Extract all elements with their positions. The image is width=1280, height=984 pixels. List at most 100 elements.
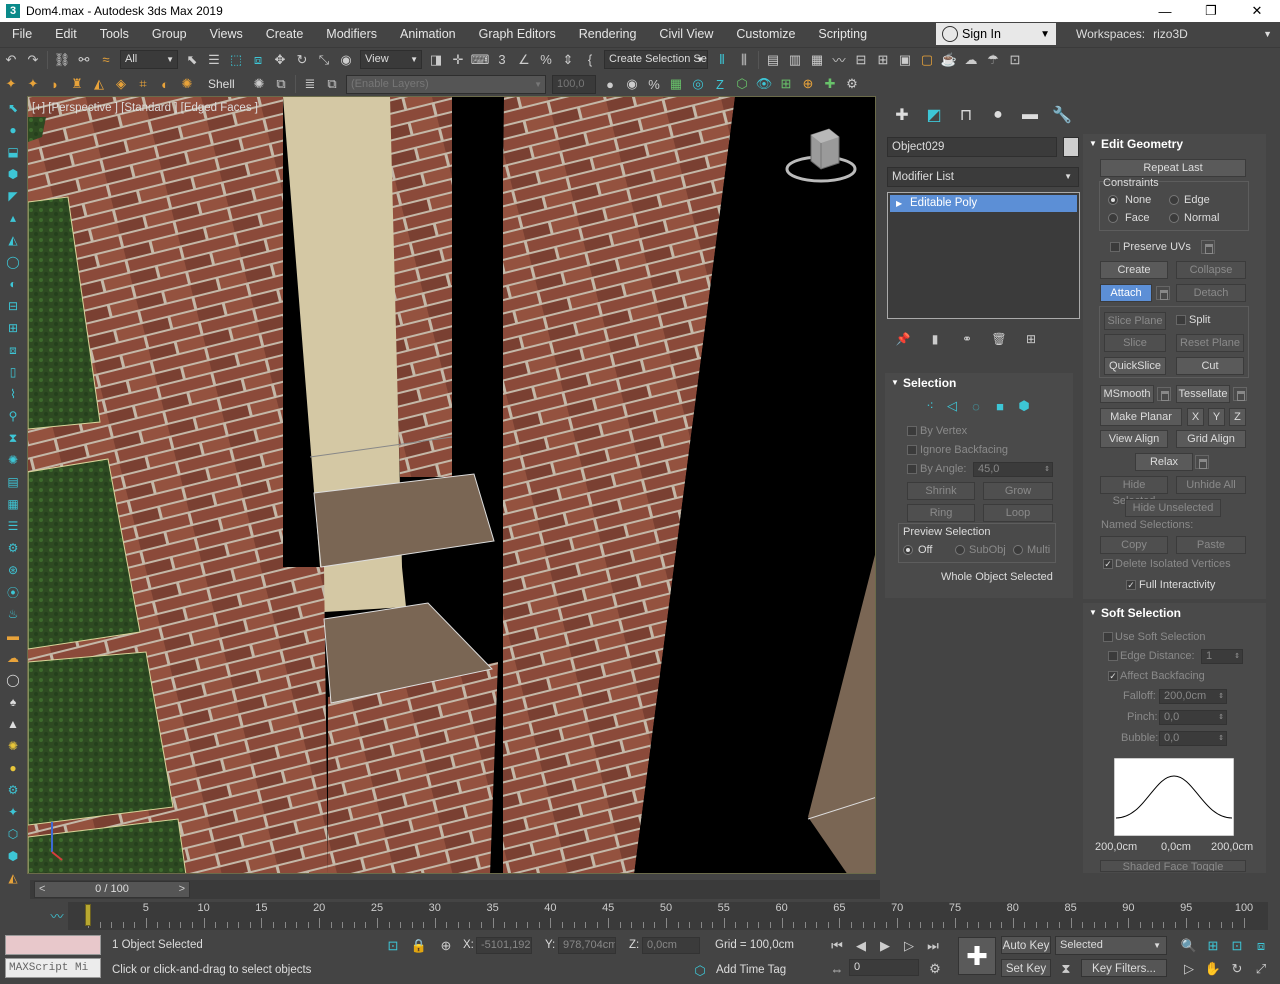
bind-spacewarp-icon[interactable]: ≈ bbox=[95, 49, 117, 71]
modify-tab-icon[interactable]: ◩ bbox=[918, 101, 950, 129]
time-cursor[interactable] bbox=[85, 904, 91, 926]
sign-in-button[interactable]: Sign In ▼ bbox=[936, 23, 1056, 45]
menu-animation[interactable]: Animation bbox=[388, 22, 467, 46]
tool-icon[interactable]: ✺ bbox=[176, 73, 198, 95]
tool-icon[interactable]: ⬢ bbox=[0, 163, 26, 185]
bubble-spinner[interactable]: 0,0 ⇕ bbox=[1159, 731, 1227, 746]
menu-tools[interactable]: Tools bbox=[88, 22, 140, 46]
menu-graph-editors[interactable]: Graph Editors bbox=[467, 22, 567, 46]
slice-plane-button[interactable]: Slice Plane bbox=[1104, 312, 1166, 330]
edge-icon[interactable]: ◁ bbox=[941, 395, 963, 417]
pivot-center-icon[interactable]: ◨ bbox=[425, 49, 447, 71]
tool-icon[interactable]: ⧈ bbox=[0, 339, 26, 361]
tool-icon[interactable]: ▬ bbox=[0, 625, 26, 647]
tool-icon[interactable]: ⊟ bbox=[0, 295, 26, 317]
track-bar[interactable]: 5 10 15 20 25 30 35 40 45 50 55 60 65 70 75 80 85 90 95 100 bbox=[68, 902, 1268, 930]
tool-icon[interactable]: ✦ bbox=[0, 801, 26, 823]
time-next-button[interactable]: > bbox=[179, 882, 185, 897]
pan-icon[interactable]: ✋ bbox=[1202, 958, 1224, 980]
collapse-button[interactable]: Collapse bbox=[1176, 261, 1246, 279]
time-tag-icon[interactable]: ⬡ bbox=[689, 960, 711, 982]
rectangular-selection-icon[interactable]: ⬚ bbox=[225, 49, 247, 71]
tool-icon[interactable]: ⌗ bbox=[132, 73, 154, 95]
isolate-selection-icon[interactable]: ⊡ bbox=[382, 935, 404, 957]
vertex-icon[interactable]: ⁖ bbox=[919, 395, 941, 417]
tool-icon[interactable]: ▤ bbox=[0, 471, 26, 493]
tool-icon[interactable]: ◐ bbox=[154, 73, 176, 95]
constraint-normal-radio[interactable] bbox=[1169, 213, 1179, 223]
tool-icon[interactable]: ▲ bbox=[0, 713, 26, 735]
preview-subobj-radio[interactable] bbox=[955, 545, 965, 555]
workspaces-selector[interactable]: Workspaces: rizo3D ▼ bbox=[1070, 23, 1278, 45]
lock-icon[interactable]: 🔒 bbox=[408, 935, 430, 957]
absolute-mode-icon[interactable]: ⊕ bbox=[435, 935, 457, 957]
time-prev-button[interactable]: < bbox=[39, 882, 45, 897]
tool-icon[interactable]: ◯ bbox=[0, 669, 26, 691]
stack-item-editable-poly[interactable]: ▶ Editable Poly bbox=[890, 195, 1077, 212]
slice-button[interactable]: Slice bbox=[1104, 334, 1166, 352]
zoom-all-icon[interactable]: ⊞ bbox=[1202, 935, 1224, 957]
settings-icon[interactable] bbox=[1157, 387, 1171, 401]
menu-modifiers[interactable]: Modifiers bbox=[314, 22, 388, 46]
use-soft-selection-checkbox[interactable] bbox=[1103, 632, 1113, 642]
select-manipulate-icon[interactable]: ✛ bbox=[447, 49, 469, 71]
paste-button[interactable]: Paste bbox=[1176, 536, 1246, 554]
current-frame-field[interactable]: 0 bbox=[849, 959, 919, 976]
named-selection-dropdown[interactable]: Create Selection Se ▼ bbox=[604, 50, 708, 69]
settings-icon[interactable] bbox=[1201, 240, 1215, 254]
maxscript-listener-pink[interactable] bbox=[5, 935, 101, 955]
rendered-frame-icon[interactable]: ▢ bbox=[916, 49, 938, 71]
add-time-tag-button[interactable]: Add Time Tag bbox=[716, 964, 786, 976]
create-tab-icon[interactable]: ✚ bbox=[886, 101, 918, 129]
settings-icon[interactable] bbox=[1156, 286, 1170, 300]
planar-y-button[interactable]: Y bbox=[1208, 408, 1225, 426]
configure-modifier-sets-icon[interactable]: ⊞ bbox=[1015, 332, 1047, 346]
visibility-icon[interactable]: 👁 bbox=[753, 73, 775, 95]
object-color-swatch[interactable] bbox=[1063, 137, 1079, 157]
make-planar-button[interactable]: Make Planar bbox=[1100, 408, 1182, 426]
undo-icon[interactable]: ↶ bbox=[0, 49, 22, 71]
key-filters-button[interactable]: Key Filters... bbox=[1081, 959, 1167, 977]
keyboard-shortcut-icon[interactable]: ⌨ bbox=[469, 49, 491, 71]
select-by-name-icon[interactable]: ☰ bbox=[203, 49, 225, 71]
tool-icon[interactable]: ♜ bbox=[66, 73, 88, 95]
polygon-icon[interactable]: ■ bbox=[989, 395, 1011, 417]
viewport-label[interactable]: [+] [Perspective ] [Standard ] [Edged Fa… bbox=[32, 102, 258, 114]
angle-spinner[interactable]: 45,0 ⇕ bbox=[973, 462, 1053, 477]
maximize-viewport-icon[interactable]: ⤢ bbox=[1250, 958, 1272, 980]
tool-icon[interactable]: ☁ bbox=[0, 647, 26, 669]
layer-manager-icon[interactable]: ≣ bbox=[299, 73, 321, 95]
element-icon[interactable]: ⬢ bbox=[1013, 395, 1035, 417]
cut-button[interactable]: Cut bbox=[1176, 357, 1244, 375]
tool-icon[interactable]: ◭ bbox=[0, 229, 26, 251]
orbit-icon[interactable]: ↻ bbox=[1226, 958, 1248, 980]
angle-snap-icon[interactable]: ∠ bbox=[513, 49, 535, 71]
minimize-button[interactable]: — bbox=[1142, 0, 1188, 22]
utilities-tab-icon[interactable]: 🔧 bbox=[1046, 101, 1078, 129]
border-icon[interactable]: ◌ bbox=[965, 395, 987, 417]
tool-icon[interactable]: ◭ bbox=[88, 73, 110, 95]
layers-icon[interactable]: ⧉ bbox=[270, 73, 292, 95]
edit-geometry-title[interactable]: ▼ Edit Geometry bbox=[1083, 134, 1266, 154]
time-slider[interactable]: < 0 / 100 > bbox=[34, 881, 190, 898]
planar-z-button[interactable]: Z bbox=[1229, 408, 1246, 426]
set-key-button[interactable]: Set Key bbox=[1001, 959, 1051, 977]
edge-distance-spinner[interactable]: 1 ⇕ bbox=[1201, 649, 1243, 664]
render-production-icon[interactable]: ☕ bbox=[938, 49, 960, 71]
shrink-button[interactable]: Shrink bbox=[907, 482, 975, 500]
tool-icon[interactable]: ◤ bbox=[0, 185, 26, 207]
tool-icon[interactable]: ◭ bbox=[0, 867, 26, 889]
tool-icon[interactable]: ⧗ bbox=[0, 427, 26, 449]
percent-snap-icon[interactable]: % bbox=[535, 49, 557, 71]
tool-icon[interactable]: ▦ bbox=[0, 493, 26, 515]
box-icon[interactable]: ⬡ bbox=[731, 73, 753, 95]
grid-snap-icon[interactable]: ⊞ bbox=[775, 73, 797, 95]
auto-key-button[interactable]: Auto Key bbox=[1001, 936, 1051, 954]
tool-icon[interactable]: ✺ bbox=[0, 449, 26, 471]
menu-file[interactable]: File bbox=[0, 22, 43, 46]
hide-selected-button[interactable]: Hide Selected bbox=[1100, 476, 1168, 507]
menu-create[interactable]: Create bbox=[254, 22, 315, 46]
settings-icon[interactable] bbox=[1195, 455, 1209, 469]
mirror-icon[interactable]: ⫴ bbox=[711, 49, 733, 71]
circle-icon[interactable]: ◉ bbox=[621, 73, 643, 95]
